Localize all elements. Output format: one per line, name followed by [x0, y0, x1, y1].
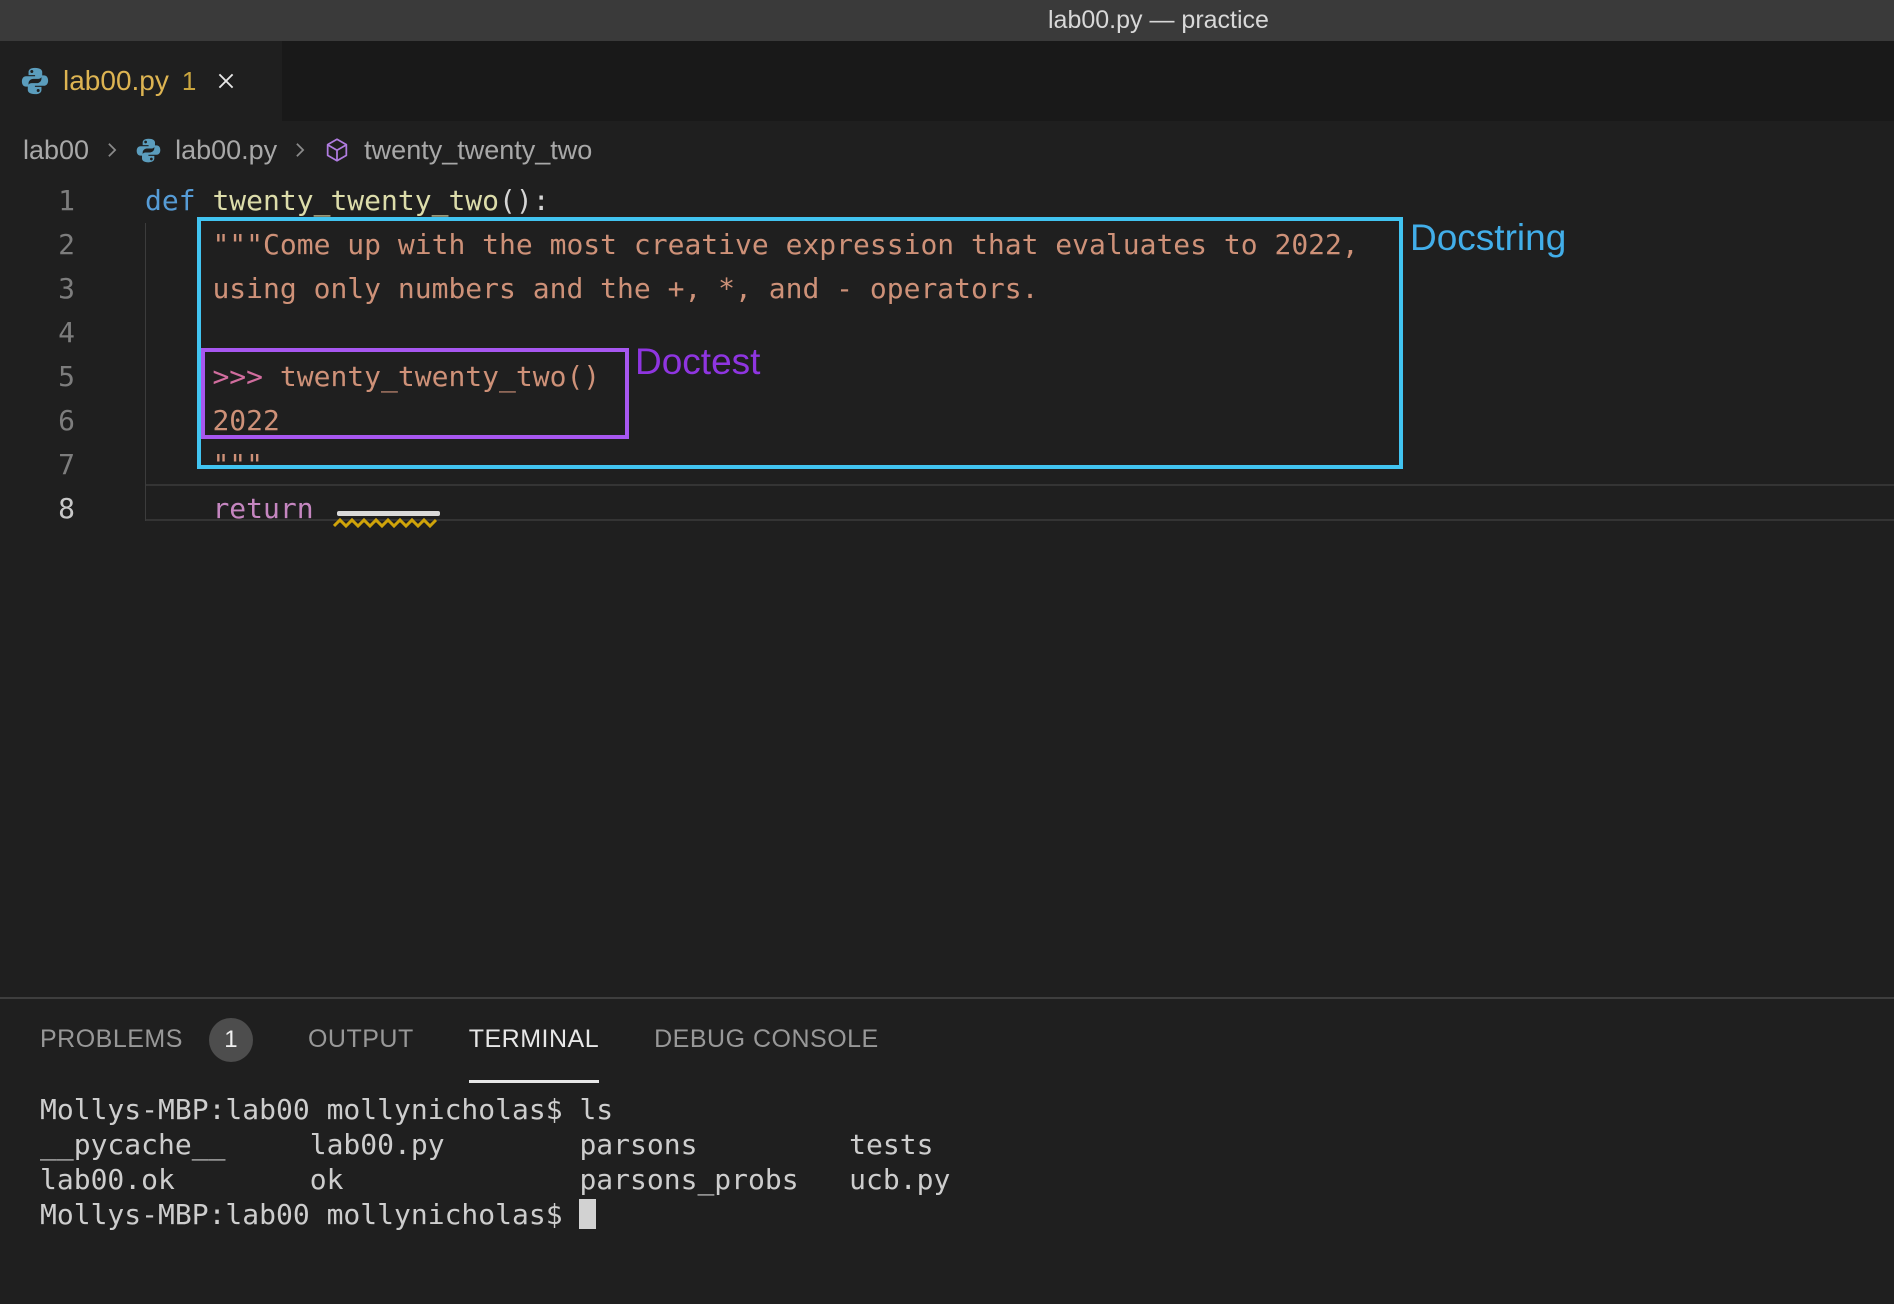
tab-output[interactable]: OUTPUT [308, 999, 414, 1083]
chevron-right-icon [290, 140, 310, 160]
title-bar: lab00.py — practice [0, 0, 1894, 41]
breadcrumb-item-symbol[interactable]: twenty_twenty_two [364, 135, 592, 166]
terminal-line: Mollys-MBP:lab00 mollynicholas$ ls [40, 1092, 950, 1127]
code-line[interactable]: 8 return [0, 487, 1894, 531]
problems-count-badge: 1 [209, 1018, 253, 1062]
terminal-line: __pycache__ lab00.py parsons tests [40, 1127, 950, 1162]
line-number: 4 [0, 311, 75, 355]
tab-dirty-indicator: 1 [182, 66, 196, 97]
line-number: 8 [0, 487, 75, 531]
line-number: 5 [0, 355, 75, 399]
tab-debug-console-label: DEBUG CONSOLE [654, 1025, 879, 1054]
docstring-annotation-label: Docstring [1410, 217, 1566, 259]
tab-problems-label: PROBLEMS [40, 1025, 183, 1054]
doctest-annotation-box [201, 348, 629, 439]
terminal-cursor [579, 1199, 596, 1229]
window-title: lab00.py — practice [1048, 0, 1269, 41]
terminal-output[interactable]: Mollys-MBP:lab00 mollynicholas$ ls__pyca… [40, 1092, 950, 1232]
warning-squiggle [333, 515, 441, 533]
terminal-line: Mollys-MBP:lab00 mollynicholas$ [40, 1197, 950, 1232]
terminal-line: lab00.ok ok parsons_probs ucb.py [40, 1162, 950, 1197]
close-icon[interactable] [215, 70, 237, 92]
vscode-window: lab00.py — practice lab00.py 1 lab00 [0, 0, 1894, 1304]
python-icon [20, 66, 50, 96]
panel-tab-bar: PROBLEMS 1 OUTPUT TERMINAL DEBUG CONSOLE [40, 999, 879, 1083]
tab-output-label: OUTPUT [308, 1025, 414, 1054]
line-number: 3 [0, 267, 75, 311]
tab-filename: lab00.py [63, 65, 169, 97]
tab-debug-console[interactable]: DEBUG CONSOLE [654, 999, 879, 1083]
code-text: return [145, 487, 314, 531]
doctest-annotation-label: Doctest [635, 341, 760, 383]
line-number: 1 [0, 179, 75, 223]
editor-tab-lab00[interactable]: lab00.py 1 [0, 41, 282, 121]
breadcrumb-item-file[interactable]: lab00.py [175, 135, 277, 166]
python-icon [135, 137, 162, 164]
breadcrumb-item-folder[interactable]: lab00 [23, 135, 89, 166]
symbol-cube-icon [323, 136, 351, 164]
line-number: 7 [0, 443, 75, 487]
tab-terminal-label: TERMINAL [469, 1025, 599, 1054]
line-number: 2 [0, 223, 75, 267]
breadcrumb: lab00 lab00.py twenty_twenty_two [23, 121, 592, 179]
indent-guide [145, 223, 146, 521]
tab-strip: lab00.py 1 [0, 41, 1894, 121]
tab-problems[interactable]: PROBLEMS 1 [40, 999, 253, 1083]
line-number: 6 [0, 399, 75, 443]
tab-terminal[interactable]: TERMINAL [469, 999, 599, 1083]
chevron-right-icon [102, 140, 122, 160]
